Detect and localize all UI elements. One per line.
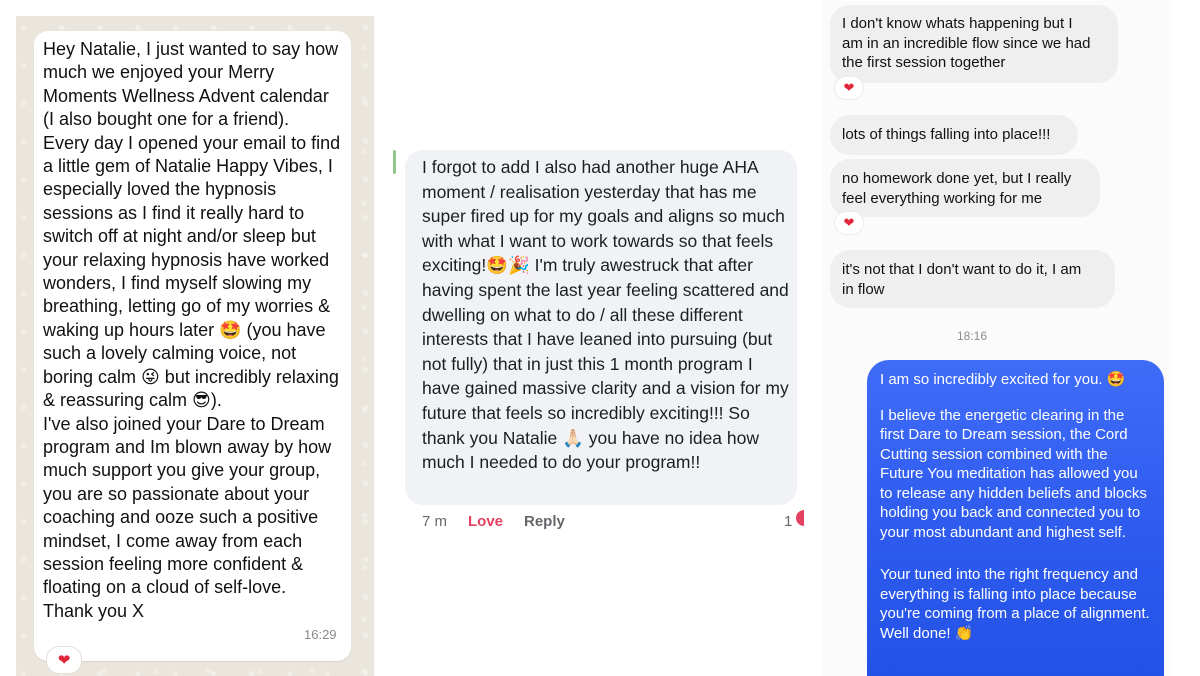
reply-button[interactable]: Reply bbox=[524, 513, 584, 533]
incoming-message: I don't know whats happening but I am in… bbox=[830, 5, 1118, 83]
love-reaction-icon bbox=[796, 510, 804, 526]
whatsapp-message-time: 16:29 bbox=[304, 627, 337, 642]
incoming-message: it's not that I don't want to do it, I a… bbox=[830, 250, 1115, 308]
facebook-comment-text: I forgot to add I also had another huge … bbox=[422, 157, 794, 473]
instagram-dm-panel: I don't know whats happening but I am in… bbox=[822, 0, 1172, 676]
comment-actions: 7 m Love Reply bbox=[422, 513, 584, 533]
heart-reaction-icon[interactable]: ❤ bbox=[835, 212, 863, 234]
whatsapp-message-text: Hey Natalie, I just wanted to say how mu… bbox=[43, 39, 341, 621]
incoming-message: lots of things falling into place!!! bbox=[830, 115, 1078, 155]
reaction-count: 1 bbox=[784, 513, 793, 530]
message-timestamp: 18:16 bbox=[956, 329, 988, 343]
heart-reaction-icon[interactable]: ❤ bbox=[46, 646, 82, 674]
outgoing-paragraph: Your tuned into the right frequency and … bbox=[880, 566, 1154, 642]
whatsapp-panel: Hey Natalie, I just wanted to say how mu… bbox=[16, 16, 374, 676]
heart-reaction-icon[interactable]: ❤ bbox=[835, 77, 863, 99]
comment-time: 7 m bbox=[422, 513, 448, 530]
incoming-message: no homework done yet, but I really feel … bbox=[830, 159, 1100, 217]
outgoing-paragraph: I am so incredibly excited for you. 🤩 bbox=[880, 371, 1126, 388]
facebook-comment-panel: I forgot to add I also had another huge … bbox=[390, 0, 810, 676]
outgoing-paragraph: I believe the energetic clearing in the … bbox=[880, 406, 1152, 541]
thread-line bbox=[393, 150, 396, 174]
love-button[interactable]: Love bbox=[468, 513, 524, 533]
outgoing-message: I am so incredibly excited for you. 🤩 I … bbox=[867, 360, 1164, 676]
